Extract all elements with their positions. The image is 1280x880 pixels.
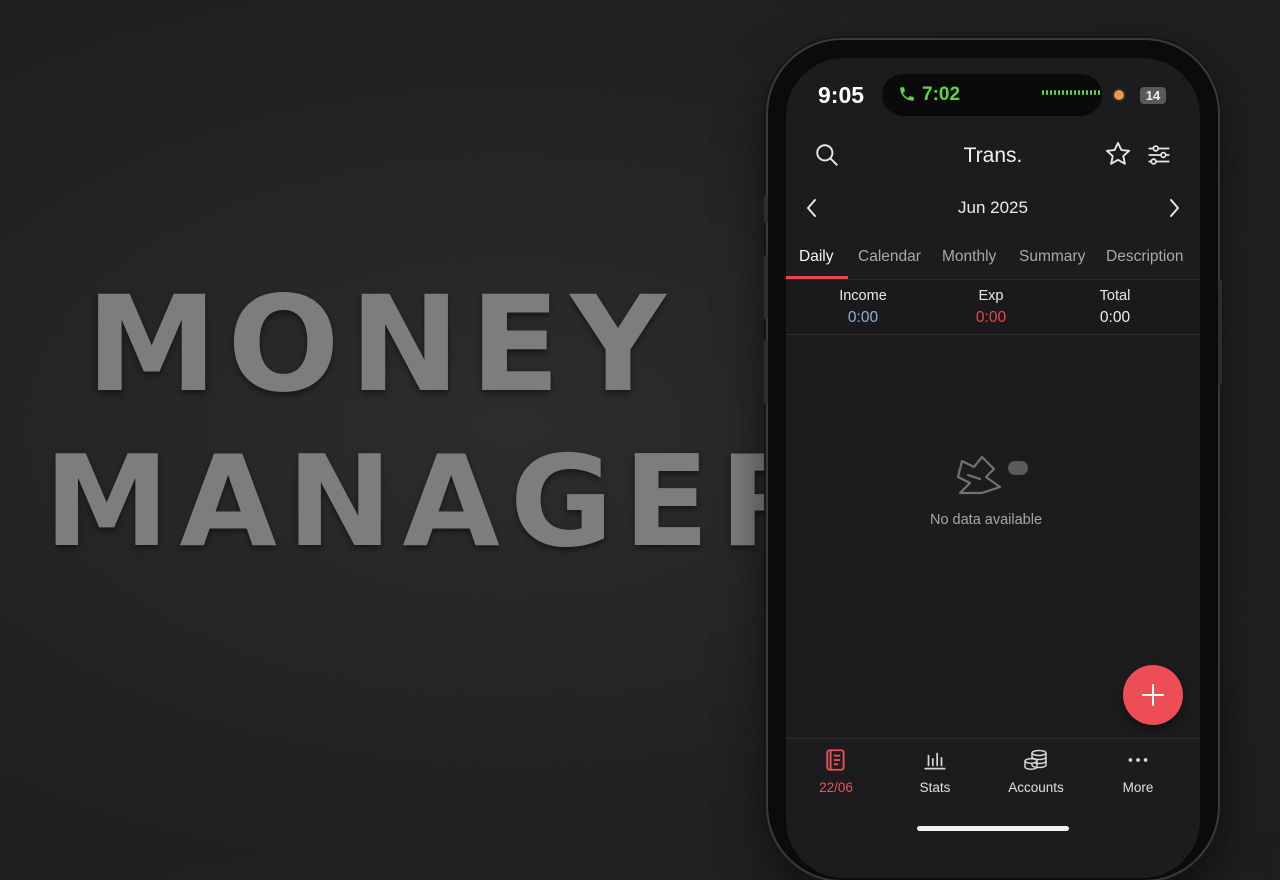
- nav-label: Accounts: [1008, 780, 1064, 795]
- current-month: Jun 2025: [958, 198, 1028, 217]
- expense-summary: Exp 0:00: [931, 288, 1051, 327]
- home-indicator[interactable]: [917, 826, 1069, 831]
- phone-call-icon: [898, 85, 916, 108]
- tab-summary[interactable]: Summary: [1019, 248, 1085, 266]
- income-summary: Income 0:00: [803, 288, 923, 327]
- phone-power-button: [1218, 280, 1222, 385]
- battery-indicator: 14: [1140, 87, 1166, 104]
- call-duration: 7:02: [922, 84, 961, 105]
- phone-side-button: [764, 255, 768, 319]
- income-label: Income: [839, 288, 887, 304]
- hero-text-area: MONEY MANAGER: [0, 0, 816, 853]
- plus-icon: [1141, 683, 1165, 712]
- empty-state-icon: [954, 453, 1032, 504]
- tab-monthly[interactable]: Monthly: [942, 248, 996, 266]
- divider: [786, 334, 1200, 335]
- nav-stats[interactable]: Stats: [890, 747, 980, 795]
- dynamic-island[interactable]: 7:02: [882, 74, 1102, 116]
- privacy-indicator-dot: [1114, 90, 1124, 100]
- bottom-navigation: 22/06 Stats Accounts More: [786, 739, 1200, 878]
- status-time: 9:05: [818, 82, 865, 108]
- ledger-icon: [823, 749, 849, 777]
- nav-accounts[interactable]: Accounts: [991, 747, 1081, 795]
- total-summary: Total 0:00: [1055, 288, 1175, 327]
- filter-sliders-icon[interactable]: [1146, 142, 1172, 173]
- tab-description[interactable]: Description: [1106, 248, 1184, 266]
- hero-title-line-2: MANAGER: [44, 428, 827, 575]
- page-title: Trans.: [963, 144, 1023, 167]
- expense-value: 0:00: [975, 309, 1007, 326]
- coins-icon: [1022, 749, 1050, 777]
- bar-chart-icon: [922, 752, 948, 777]
- total-label: Total: [1099, 288, 1131, 304]
- next-month-chevron-icon[interactable]: [1166, 196, 1182, 225]
- income-value: 0:00: [847, 309, 879, 326]
- tab-calendar[interactable]: Calendar: [858, 248, 921, 266]
- nav-transactions[interactable]: 22/06: [791, 747, 881, 795]
- view-tabs: Daily Calendar Monthly Summary Descripti…: [786, 244, 1200, 278]
- phone-side-button: [764, 340, 768, 404]
- nav-more[interactable]: More: [1093, 747, 1183, 795]
- add-transaction-button[interactable]: [1123, 665, 1183, 725]
- phone-screen: 9:05 7:02 14 Trans. Jun 2025 Daily Calen…: [786, 58, 1200, 878]
- total-value: 0:00: [1099, 309, 1131, 326]
- nav-label: Stats: [919, 780, 951, 795]
- more-dots-icon: [1125, 758, 1151, 777]
- hero-title-line-1: MONEY: [86, 268, 676, 422]
- audio-waveform-icon: [1042, 90, 1100, 95]
- expense-label: Exp: [978, 288, 1004, 304]
- phone-side-button: [764, 195, 768, 223]
- tab-daily[interactable]: Daily: [799, 248, 833, 266]
- nav-label: More: [1122, 780, 1154, 795]
- empty-state-text: No data available: [929, 512, 1043, 528]
- star-icon[interactable]: [1104, 140, 1132, 173]
- nav-label: 22/06: [819, 780, 853, 795]
- totals-summary: Income 0:00 Exp 0:00 Total 0:00: [786, 280, 1200, 334]
